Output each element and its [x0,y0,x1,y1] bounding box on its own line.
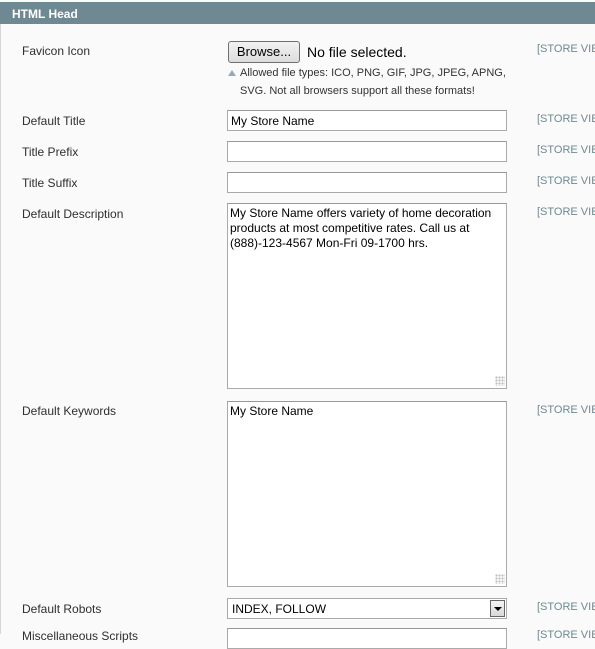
title-prefix-input[interactable] [227,141,507,162]
favicon-note-line2: SVG. Not all browsers support all these … [240,85,475,97]
scope-default-robots: [STORE VIEW] [537,601,595,613]
misc-scripts-input[interactable] [227,628,507,649]
default-keywords-textarea[interactable]: My Store Name [227,401,507,587]
default-description-label: Default Description [22,207,124,221]
scope-default-keywords: [STORE VIEW] [537,404,595,416]
default-keywords-label: Default Keywords [22,404,117,418]
browse-button[interactable]: Browse... [228,41,300,63]
favicon-note-line1: Allowed file types: ICO, PNG, GIF, JPG, … [240,67,506,79]
resize-grip-icon[interactable] [495,376,505,386]
default-robots-label: Default Robots [22,602,102,616]
misc-scripts-label: Miscellaneous Scripts [22,629,139,643]
chevron-down-icon[interactable] [490,600,505,617]
note-arrow-icon [228,70,236,76]
scope-favicon: [STORE VIEW] [537,43,595,55]
file-status: No file selected. [307,44,407,60]
favicon-label: Favicon Icon [22,44,91,58]
section-header-html-head[interactable]: HTML Head [0,0,595,24]
scope-default-title: [STORE VIEW] [537,113,595,125]
title-prefix-label: Title Prefix [22,145,79,159]
scope-misc-scripts: [STORE VIEW] [537,629,595,641]
default-description-textarea[interactable]: My Store Name offers variety of home dec… [227,203,507,389]
scope-title-prefix: [STORE VIEW] [537,144,595,156]
default-robots-select[interactable]: INDEX, FOLLOW [227,598,507,619]
default-robots-value: INDEX, FOLLOW [232,602,327,616]
default-title-label: Default Title [22,114,86,128]
default-title-input[interactable] [227,110,507,131]
title-suffix-label: Title Suffix [22,176,78,190]
fieldset-border [0,24,1,634]
scope-default-description: [STORE VIEW] [537,206,595,218]
resize-grip-icon[interactable] [495,574,505,584]
title-suffix-input[interactable] [227,172,507,193]
scope-title-suffix: [STORE VIEW] [537,175,595,187]
section-title: HTML Head [12,7,78,21]
